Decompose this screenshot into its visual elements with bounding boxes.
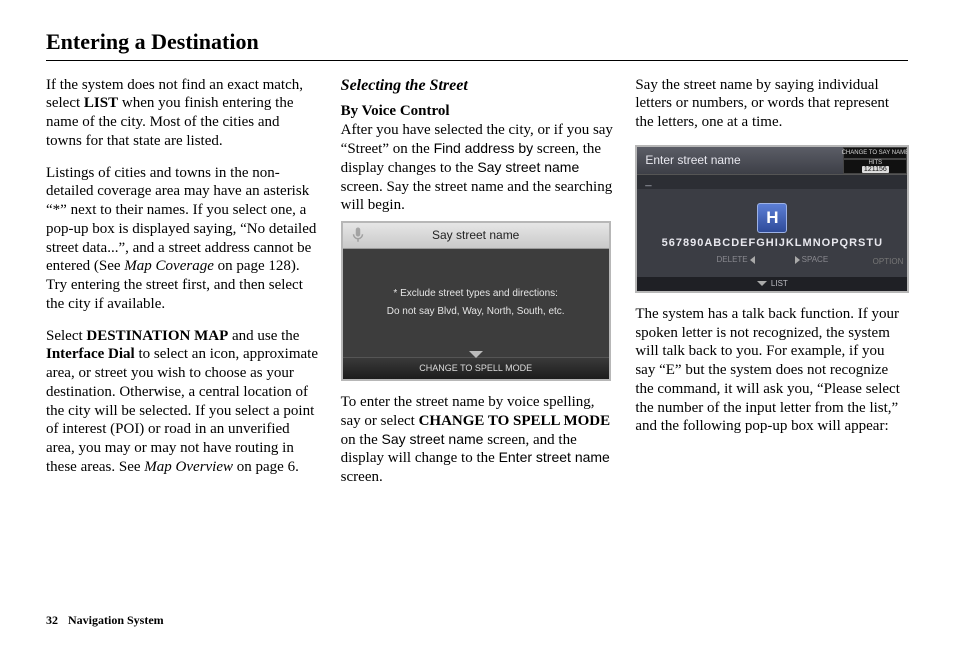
change-spell-mode-label: CHANGE TO SPELL MODE [419, 363, 532, 374]
list-label: LIST [771, 279, 788, 289]
list-bold: LIST [84, 95, 118, 111]
text: Select [46, 328, 86, 344]
text: to select an icon, approximate area, or … [46, 346, 318, 475]
find-address-screen: Find address by [434, 140, 534, 156]
shot1-header: Say street name [343, 223, 609, 249]
shot1-line2: Do not say Blvd, Way, North, South, etc. [387, 306, 565, 319]
map-overview-ref: Map Overview [144, 459, 233, 475]
say-street-screen: Say street name [477, 159, 579, 175]
change-say-name: CHANGE TO SAY NAME [843, 147, 907, 159]
interface-dial-bold: Interface Dial [46, 346, 135, 362]
triangle-down-icon [757, 281, 767, 286]
page-title: Entering a Destination [46, 28, 908, 61]
say-street-screen2: Say street name [382, 431, 484, 447]
delete-label: DELETE [717, 255, 748, 265]
col2-p2: To enter the street name by voice spelli… [341, 393, 614, 487]
change-spell-bold: CHANGE TO SPELL MODE [419, 413, 611, 429]
hits-value: 121156 [862, 166, 889, 173]
enter-street-screen: Enter street name [499, 449, 610, 465]
highlighted-letter: H [757, 203, 787, 233]
delete-control: DELETE [717, 255, 755, 265]
shot2-input-line: _ [637, 175, 907, 189]
space-control: SPACE [795, 255, 829, 265]
text: and use the [228, 328, 299, 344]
footer-label: Navigation System [68, 613, 164, 627]
page-number: 32 [46, 613, 58, 627]
say-street-name-screenshot: Say street name * Exclude street types a… [341, 221, 611, 381]
col1-p2: Listings of cities and towns in the non-… [46, 164, 319, 314]
column-1: If the system does not find an exact mat… [46, 76, 319, 500]
text: on page 6. [233, 459, 299, 475]
shot1-title: Say street name [432, 228, 519, 243]
page-footer: 32 Navigation System [46, 613, 164, 628]
triangle-left-icon [750, 256, 755, 264]
col2-p1: After you have selected the city, or if … [341, 121, 614, 215]
text: screen. Say the street name and the sear… [341, 179, 613, 214]
shot2-footer: LIST [637, 277, 907, 291]
space-label: SPACE [802, 255, 829, 265]
column-2: Selecting the Street By Voice Control Af… [341, 76, 614, 500]
destination-map-bold: DESTINATION MAP [86, 328, 228, 344]
text: on the [341, 432, 382, 448]
col3-p1: Say the street name by saying individual… [635, 76, 908, 132]
shot1-line1: * Exclude street types and directions: [393, 288, 558, 301]
option-label: OPTION [873, 257, 904, 267]
subheading: By Voice Control [341, 102, 614, 121]
triangle-right-icon [795, 256, 800, 264]
section-heading: Selecting the Street [341, 76, 614, 96]
shot1-footer: CHANGE TO SPELL MODE [343, 357, 609, 379]
content-columns: If the system does not find an exact mat… [46, 76, 908, 500]
hits-label: HITS [869, 160, 883, 166]
shot2-header: Enter street name CHANGE TO SAY NAME HIT… [637, 147, 907, 175]
col1-p3: Select DESTINATION MAP and use the Inter… [46, 327, 319, 477]
shot2-body: OPTION H 567890ABCDEFGHIJKLMNOPQRSTU DEL… [637, 189, 907, 277]
col1-p1: If the system does not find an exact mat… [46, 76, 319, 151]
shot2-title: Enter street name [637, 147, 843, 174]
column-3: Say the street name by saying individual… [635, 76, 908, 500]
text: screen. [341, 469, 383, 485]
shot1-body: * Exclude street types and directions: D… [343, 249, 609, 357]
col3-p2: The system has a talk back function. If … [635, 305, 908, 436]
hits-box: HITS 121156 [843, 159, 907, 174]
shot2-controls: DELETE SPACE [717, 255, 829, 265]
shot2-header-right: CHANGE TO SAY NAME HITS 121156 [843, 147, 907, 174]
enter-street-name-screenshot: Enter street name CHANGE TO SAY NAME HIT… [635, 145, 909, 293]
mic-icon [349, 226, 367, 244]
map-coverage-ref: Map Coverage [124, 258, 214, 274]
letter-row: 567890ABCDEFGHIJKLMNOPQRSTU [662, 237, 883, 251]
